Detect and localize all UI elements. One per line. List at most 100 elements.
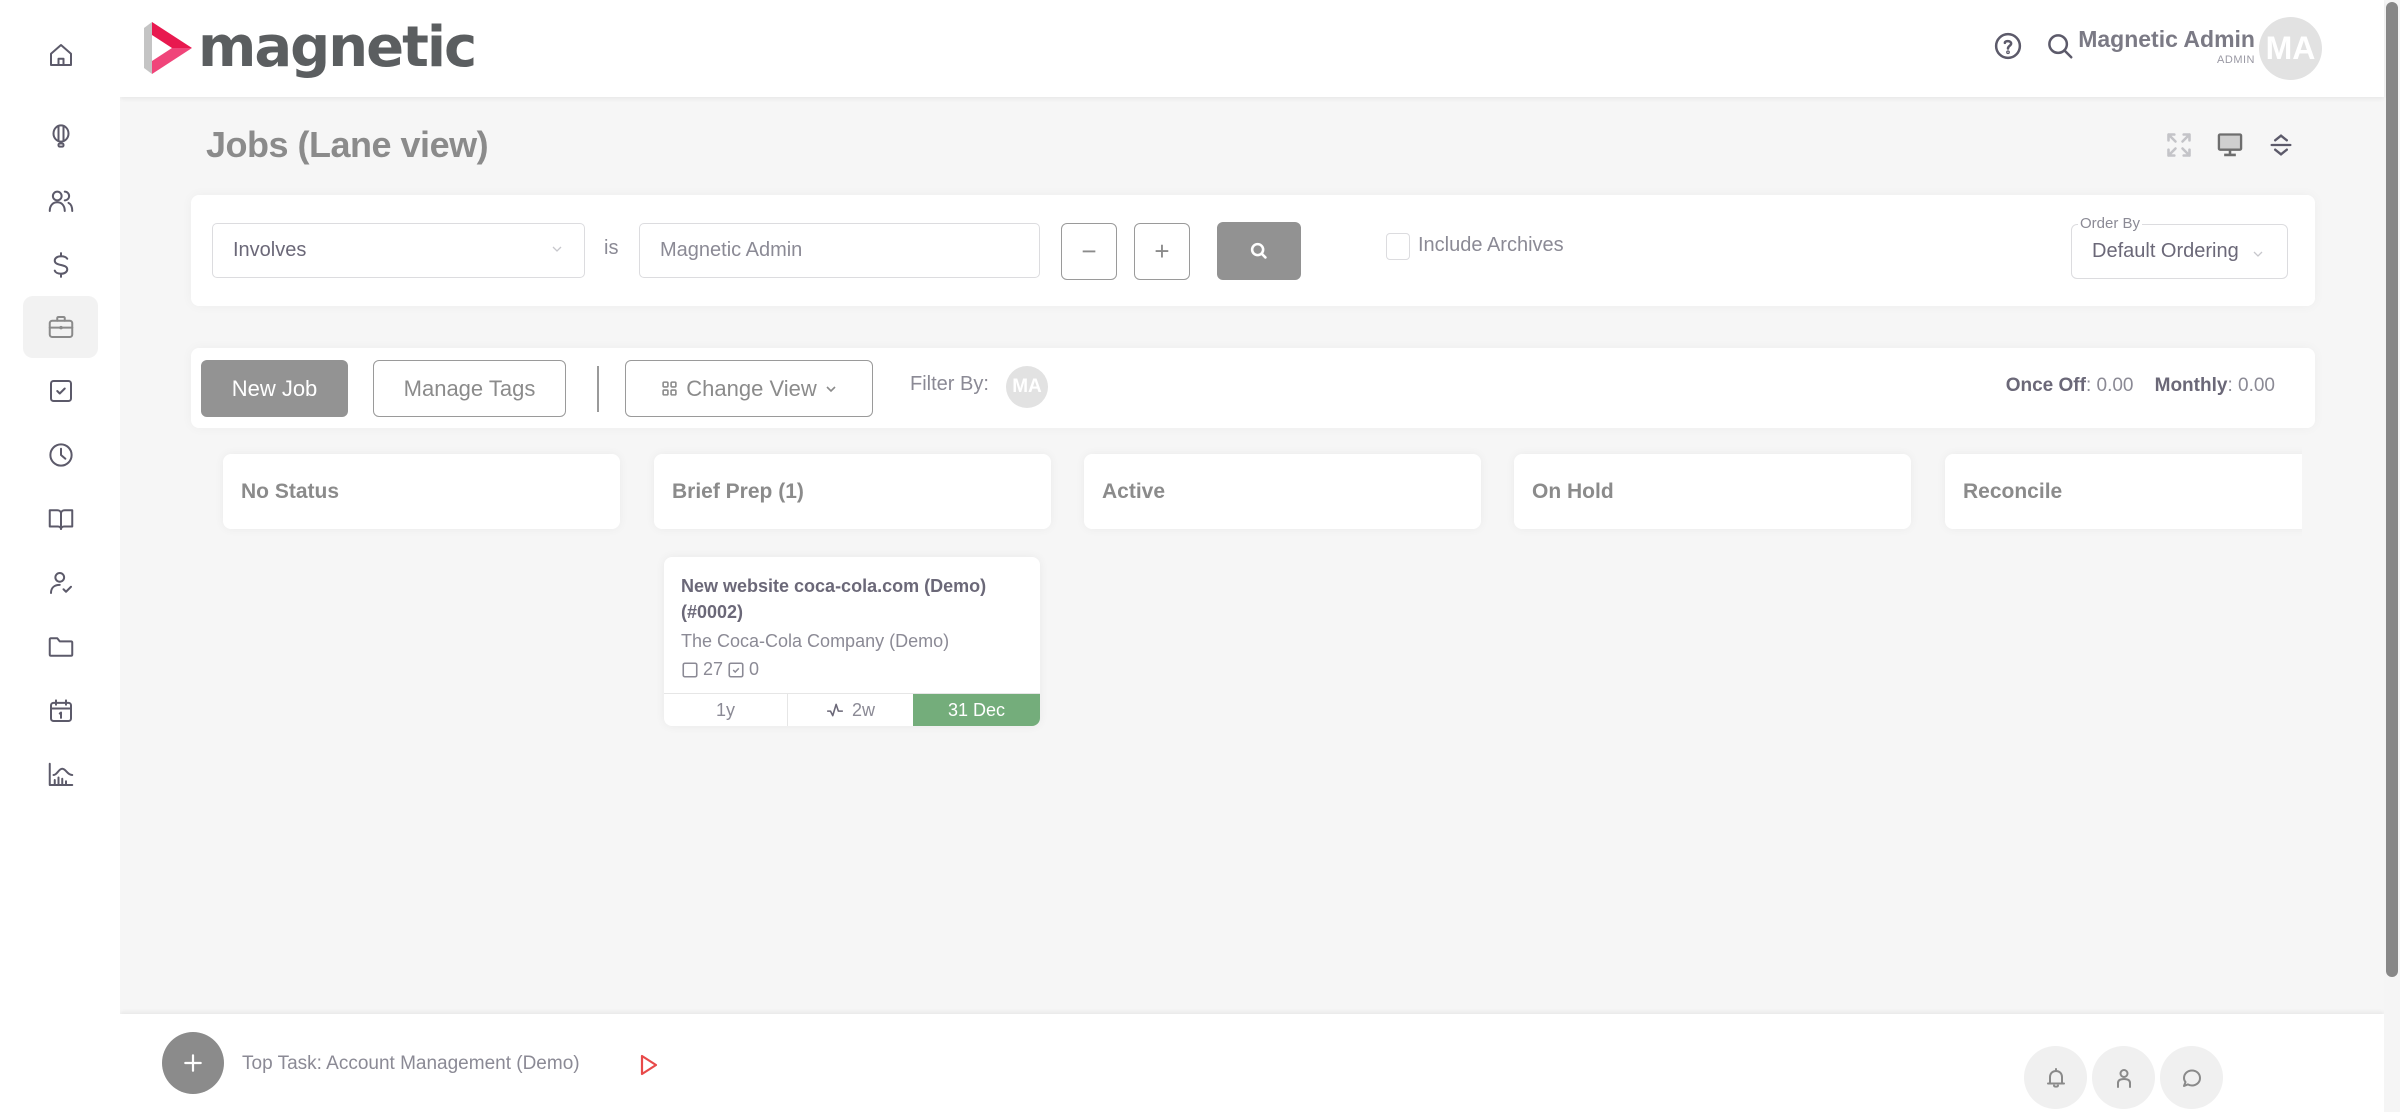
jobs-toolbar: New Job Manage Tags Change View Filter B… <box>191 348 2315 428</box>
totals-summary: Once Off: 0.00 Monthly: 0.00 <box>2006 375 2275 397</box>
sidebar-item-finance[interactable] <box>23 234 98 296</box>
order-by-select[interactable]: Order By Default Ordering <box>2071 215 2288 279</box>
top-task-label[interactable]: Top Task: Account Management (Demo) <box>242 1053 580 1075</box>
sidebar <box>0 0 120 1112</box>
filter-field-select[interactable]: Involves <box>212 223 585 278</box>
job-task-counts: 27 0 <box>681 659 759 680</box>
sidebar-item-home[interactable] <box>23 24 98 86</box>
presentation-mode-button[interactable] <box>2213 128 2247 162</box>
expand-collapse-icon <box>2270 134 2292 156</box>
change-view-button[interactable]: Change View <box>625 360 873 417</box>
collapse-expand-button[interactable] <box>2264 128 2298 162</box>
new-job-button[interactable]: New Job <box>201 360 348 417</box>
job-age-value: 1y <box>715 699 735 720</box>
sidebar-item-knowledge[interactable] <box>23 488 98 550</box>
chat-button[interactable] <box>2160 1046 2223 1109</box>
briefcase-icon <box>48 316 73 338</box>
lane-brief-prep[interactable]: Brief Prep (1) <box>654 454 1051 529</box>
search-icon <box>1250 242 1267 259</box>
filter-value-input[interactable] <box>639 223 1040 278</box>
sidebar-item-timesheets[interactable] <box>23 424 98 486</box>
filter-user-avatar[interactable]: MA <box>1006 366 1048 408</box>
done-tasks-icon <box>728 661 744 678</box>
sidebar-item-opportunities[interactable] <box>23 105 98 167</box>
dollar-icon <box>53 252 68 278</box>
grid-icon <box>662 381 677 396</box>
add-filter-button[interactable]: + <box>1134 223 1190 280</box>
profile-button[interactable] <box>2092 1046 2155 1109</box>
include-archives-label[interactable]: Include Archives <box>1418 234 1564 257</box>
user-avatar[interactable]: MA <box>2259 17 2322 80</box>
sidebar-item-resources[interactable] <box>23 552 98 614</box>
page-scrollbar[interactable] <box>2384 0 2400 1112</box>
job-due-value: 31 Dec <box>947 699 1006 720</box>
job-activity: 2w <box>788 694 913 726</box>
bell-icon <box>2046 1067 2065 1088</box>
chevron-down-icon <box>2253 251 2263 257</box>
include-archives-checkbox[interactable] <box>1386 233 1410 260</box>
toolbar-divider <box>597 366 599 412</box>
user-icon <box>2116 1068 2131 1088</box>
plus-icon <box>184 1054 202 1072</box>
manage-tags-button[interactable]: Manage Tags <box>373 360 566 417</box>
lane-no-status[interactable]: No Status <box>223 454 620 529</box>
search-icon <box>2048 34 2073 59</box>
scrollbar-thumb[interactable] <box>2386 2 2398 977</box>
job-title[interactable]: New website coca-cola.com (Demo) (#0002) <box>681 573 1031 625</box>
activity-icon <box>827 703 843 717</box>
sidebar-item-jobs[interactable] <box>23 296 98 358</box>
monitor-icon <box>2217 133 2243 157</box>
once-off-value: : 0.00 <box>2085 375 2134 396</box>
user-role: ADMIN <box>2217 54 2255 66</box>
sidebar-item-contacts[interactable] <box>23 170 98 232</box>
filter-by-label: Filter By: <box>910 373 989 395</box>
job-client: The Coca-Cola Company (Demo) <box>681 631 950 651</box>
play-timer-icon[interactable] <box>639 1054 659 1076</box>
job-card-footer: 1y 2w 31 Dec <box>664 693 1040 726</box>
sidebar-item-tasks[interactable] <box>23 360 98 422</box>
logo-mark-icon <box>144 22 192 74</box>
search-button[interactable] <box>2042 28 2078 64</box>
job-age: 1y <box>664 694 788 726</box>
app-logo[interactable]: magnetic <box>144 15 477 80</box>
once-off-label: Once Off <box>2005 375 2086 396</box>
open-tasks-count: 27 <box>703 659 724 679</box>
open-tasks-icon <box>682 661 698 678</box>
lightbulb-icon <box>52 124 69 148</box>
monthly-value: : 0.00 <box>2227 375 2275 396</box>
lanes-container: No Status Brief Prep (1) Active On Hold … <box>0 440 2302 540</box>
job-card[interactable]: New website coca-cola.com (Demo) (#0002)… <box>664 557 1040 726</box>
remove-filter-button[interactable]: − <box>1061 223 1117 280</box>
logo-text: magnetic <box>198 15 477 80</box>
manage-tags-label: Manage Tags <box>403 375 536 401</box>
job-due-date: 31 Dec <box>913 694 1040 726</box>
chevron-down-icon <box>552 246 562 252</box>
fullscreen-button[interactable] <box>2162 128 2196 162</box>
lane-active[interactable]: Active <box>1084 454 1481 529</box>
lane-reconcile[interactable]: Reconcile <box>1945 454 2302 529</box>
filter-field-value: Involves <box>233 239 307 261</box>
job-activity-value: 2w <box>851 699 875 720</box>
notifications-button[interactable] <box>2024 1046 2087 1109</box>
help-button[interactable] <box>1990 28 2026 64</box>
sidebar-item-reports[interactable] <box>23 744 98 806</box>
bottom-bar: Top Task: Account Management (Demo) <box>120 1014 2384 1112</box>
users-icon <box>48 190 73 212</box>
top-header: magnetic Magnetic Admin ADMIN MA <box>120 0 2384 97</box>
page-title: Jobs (Lane view) <box>206 124 489 165</box>
sidebar-item-calendar[interactable] <box>23 680 98 742</box>
quick-add-button[interactable] <box>162 1032 224 1094</box>
sidebar-item-files[interactable] <box>23 616 98 678</box>
clock-icon <box>48 443 73 467</box>
done-tasks-count: 0 <box>749 659 760 679</box>
monthly-label: Monthly <box>2154 375 2228 396</box>
lane-on-hold[interactable]: On Hold <box>1514 454 1911 529</box>
help-icon <box>1994 32 2022 60</box>
folder-icon <box>48 637 73 657</box>
chart-icon <box>48 762 73 786</box>
home-icon <box>49 44 72 66</box>
user-name[interactable]: Magnetic Admin <box>2078 26 2255 53</box>
filter-operator-label: is <box>604 237 619 259</box>
filter-panel: Involves is − + Include Archives Order B… <box>191 195 2315 306</box>
apply-filter-button[interactable] <box>1217 222 1301 280</box>
